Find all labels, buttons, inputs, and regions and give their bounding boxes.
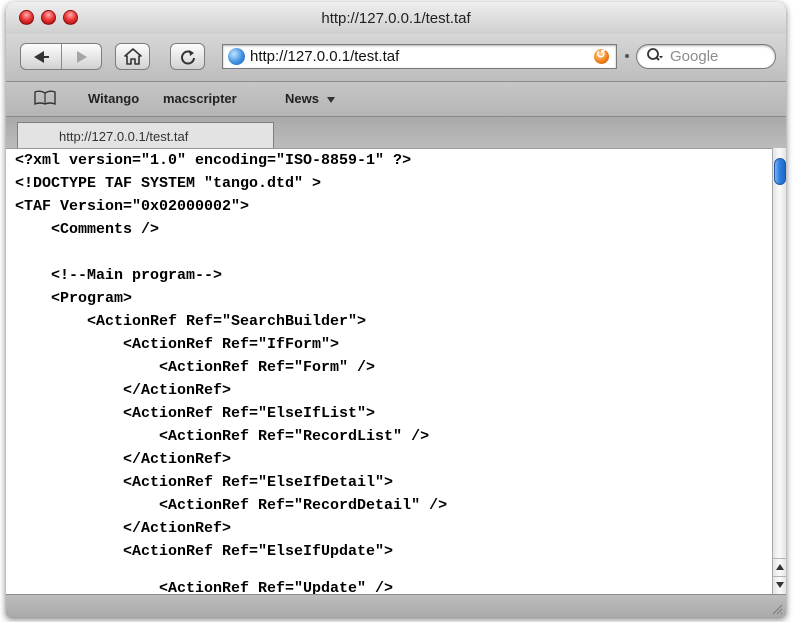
address-bar[interactable]: http://127.0.0.1/test.taf bbox=[222, 44, 617, 69]
back-forward-group bbox=[20, 43, 102, 70]
code-line: <ActionRef Ref="ElseIfDetail"> bbox=[15, 474, 394, 491]
code-line: <ActionRef Ref="RecordList" /> bbox=[15, 428, 430, 445]
bookmarks-bar: Witango macscripter News bbox=[6, 82, 786, 117]
search-engine-dot-icon bbox=[625, 54, 629, 58]
book-icon[interactable] bbox=[34, 90, 56, 105]
back-arrow-icon bbox=[34, 51, 49, 63]
search-icon[interactable] bbox=[646, 47, 664, 65]
code-line: <ActionRef Ref="IfForm"> bbox=[15, 336, 340, 353]
scroll-thumb[interactable] bbox=[774, 158, 786, 185]
reload-icon bbox=[181, 50, 195, 65]
address-url[interactable]: http://127.0.0.1/test.taf bbox=[250, 48, 399, 65]
search-field[interactable]: Google bbox=[636, 44, 776, 69]
scroll-down-arrow-icon[interactable] bbox=[773, 576, 786, 593]
tab-test-taf[interactable]: http://127.0.0.1/test.taf bbox=[17, 122, 274, 148]
home-button[interactable] bbox=[115, 43, 150, 70]
snapback-icon[interactable] bbox=[594, 47, 609, 64]
code-line: <ActionRef Ref="Form" /> bbox=[15, 359, 376, 376]
back-button[interactable] bbox=[21, 44, 62, 69]
forward-button[interactable] bbox=[61, 44, 101, 69]
code-line: <TAF Version="0x02000002"> bbox=[15, 198, 250, 215]
browser-window: http://127.0.0.1/test.taf http://127.0.0… bbox=[6, 2, 786, 617]
resize-grip-icon[interactable] bbox=[771, 603, 783, 615]
code-line: <!--Main program--> bbox=[15, 267, 223, 284]
toolbar: http://127.0.0.1/test.taf Google bbox=[6, 34, 786, 82]
forward-arrow-icon bbox=[77, 51, 87, 63]
code-line: <ActionRef Ref="RecordDetail" /> bbox=[15, 497, 448, 514]
reload-button[interactable] bbox=[170, 43, 205, 70]
status-bar bbox=[6, 594, 786, 617]
bookmark-macscripter[interactable]: macscripter bbox=[163, 91, 237, 106]
search-placeholder: Google bbox=[670, 48, 719, 65]
code-line: </ActionRef> bbox=[15, 520, 232, 537]
code-line: <ActionRef Ref="Update" /> bbox=[15, 580, 394, 595]
code-line: <ActionRef Ref="ElseIfUpdate"> bbox=[15, 543, 394, 560]
bookmark-news-menu[interactable]: News bbox=[285, 91, 319, 106]
page-content[interactable]: <?xml version="1.0" encoding="ISO-8859-1… bbox=[6, 148, 772, 595]
vertical-scrollbar[interactable] bbox=[772, 148, 786, 594]
chevron-down-icon bbox=[327, 97, 335, 103]
scroll-up-arrow-icon[interactable] bbox=[773, 558, 786, 575]
code-line: </ActionRef> bbox=[15, 451, 232, 468]
home-icon bbox=[124, 48, 142, 65]
tab-bar: http://127.0.0.1/test.taf bbox=[6, 117, 786, 148]
code-line: <Comments /> bbox=[15, 221, 160, 238]
window-title: http://127.0.0.1/test.taf bbox=[321, 10, 471, 27]
code-line: <?xml version="1.0" encoding="ISO-8859-1… bbox=[15, 152, 412, 169]
code-line: <ActionRef Ref="ElseIfList"> bbox=[15, 405, 376, 422]
bookmark-witango[interactable]: Witango bbox=[88, 91, 139, 106]
code-line: <!DOCTYPE TAF SYSTEM "tango.dtd" > bbox=[15, 175, 322, 192]
globe-icon bbox=[228, 48, 245, 65]
code-line: </ActionRef> bbox=[15, 382, 232, 399]
code-line: <Program> bbox=[15, 290, 133, 307]
title-bar[interactable]: http://127.0.0.1/test.taf bbox=[6, 2, 786, 34]
tab-label: http://127.0.0.1/test.taf bbox=[59, 129, 189, 144]
code-line: <ActionRef Ref="SearchBuilder"> bbox=[15, 313, 367, 330]
